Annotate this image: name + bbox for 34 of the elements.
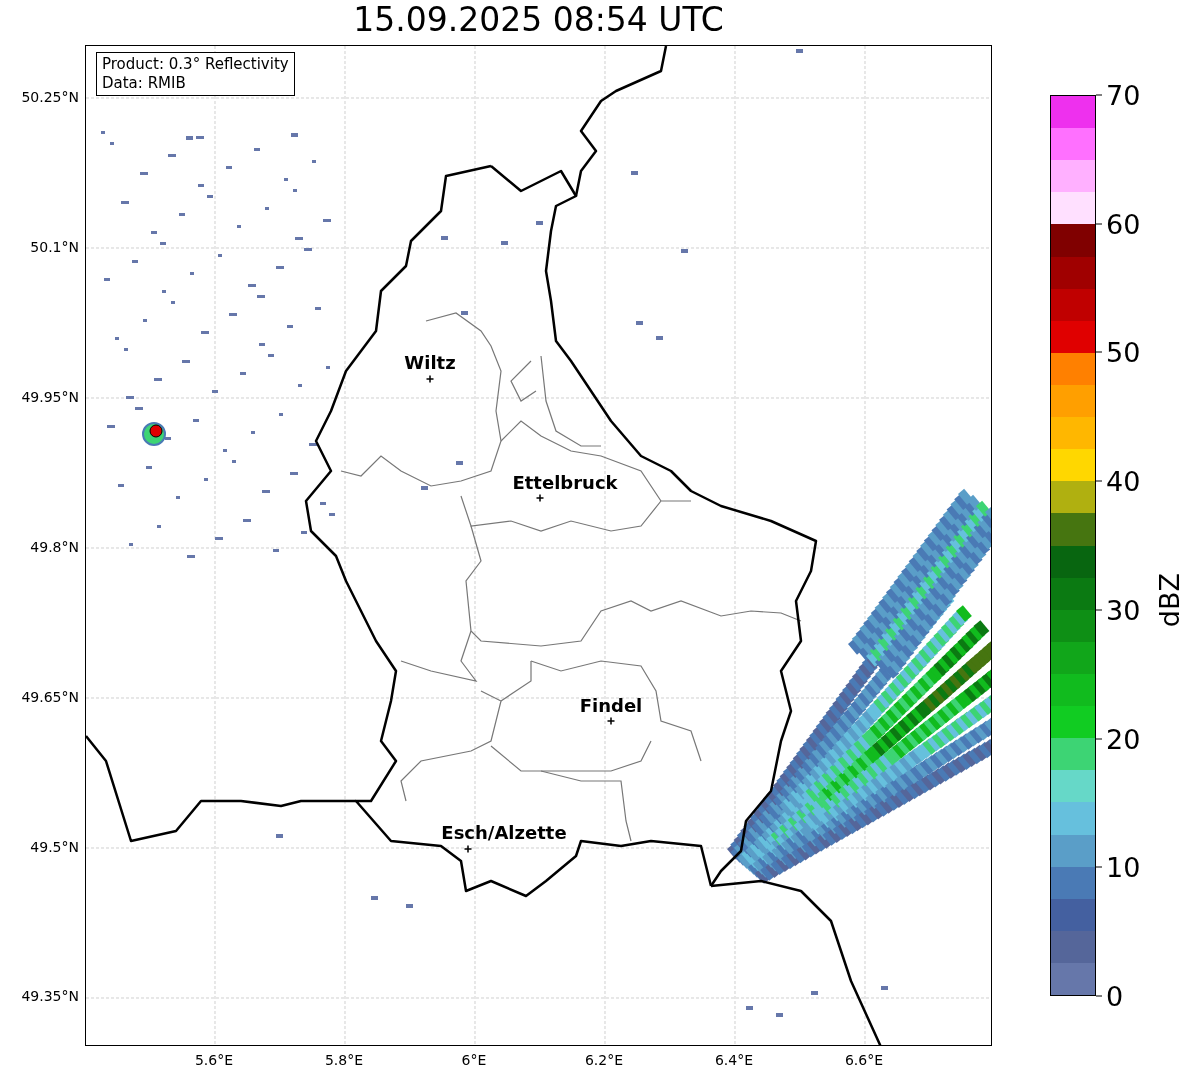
scale-unit-label: dBZ xyxy=(1154,572,1184,627)
longitude-label: 6°E xyxy=(461,1052,487,1068)
scale-tick-label: 60 xyxy=(1106,208,1141,240)
longitude-label: 6.6°E xyxy=(844,1052,884,1068)
latitude-label: 49.95°N xyxy=(21,389,79,405)
city-marker-icon xyxy=(535,493,545,503)
chart-title: 15.09.2025 08:54 UTC xyxy=(352,0,725,41)
city-label: Ettelbruck xyxy=(512,472,618,493)
longitude-label: 6.4°E xyxy=(714,1052,754,1068)
scale-tick-label: 20 xyxy=(1106,723,1141,755)
city-label: Esch/Alzette xyxy=(441,822,567,843)
info-text: Product: 0.3° Reflectivity xyxy=(102,55,289,74)
longitude-label: 5.8°E xyxy=(324,1052,364,1068)
scale-tick-label: 0 xyxy=(1106,980,1124,1012)
scale-tick-label: 50 xyxy=(1106,336,1141,368)
longitude-label: 5.6°E xyxy=(194,1052,234,1068)
latitude-label: 49.65°N xyxy=(21,689,79,705)
scale-tick-label: 70 xyxy=(1106,79,1141,111)
latitude-label: 50.25°N xyxy=(21,89,79,105)
city-marker-icon xyxy=(463,844,473,854)
radar-site-marker xyxy=(142,422,166,446)
longitude-label: 6.2°E xyxy=(584,1052,624,1068)
latitude-label: 50.1°N xyxy=(30,239,79,255)
scale-tick-label: 30 xyxy=(1106,594,1141,626)
latitude-label: 49.35°N xyxy=(21,988,79,1004)
latitude-label: 49.5°N xyxy=(30,839,79,855)
city-marker-icon xyxy=(425,374,435,384)
city-label: Wiltz xyxy=(404,352,456,373)
scale-tick-label: 10 xyxy=(1106,851,1141,883)
info-text: Data: RMIB xyxy=(102,74,187,93)
city-marker-icon xyxy=(606,716,616,726)
latitude-label: 49.8°N xyxy=(30,539,79,555)
city-label: Findel xyxy=(579,695,643,716)
scale-tick-label: 40 xyxy=(1106,465,1141,497)
